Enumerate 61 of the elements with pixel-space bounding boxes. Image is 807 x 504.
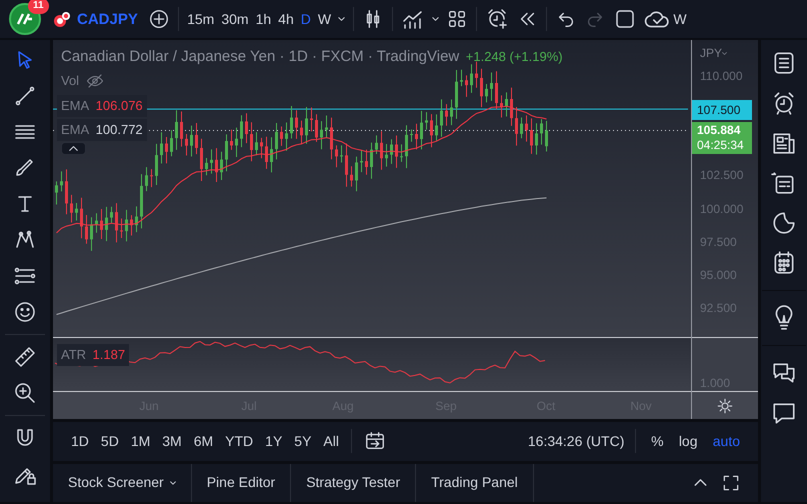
- indicator-label: EMA: [61, 121, 90, 139]
- caret-icon: [432, 17, 440, 21]
- indicator-value: 1.187: [92, 346, 126, 364]
- currency-label[interactable]: JPY: [700, 44, 722, 62]
- save-button[interactable]: W: [641, 4, 690, 34]
- price-tick-label: 100.000: [700, 200, 744, 218]
- price-change: +1.248 (+1.19%): [466, 49, 563, 64]
- interval-button[interactable]: 1h: [252, 10, 274, 28]
- range-button[interactable]: 1M: [126, 432, 154, 450]
- trend-line-icon: [13, 84, 37, 108]
- interval-button[interactable]: 15m: [184, 10, 218, 28]
- bar-countdown: 04:25:34: [697, 138, 745, 153]
- collapse-legend-button[interactable]: [61, 142, 86, 155]
- caret-icon: [338, 17, 346, 21]
- range-button[interactable]: 1D: [67, 432, 93, 450]
- range-button[interactable]: 1Y: [261, 432, 286, 450]
- range-button[interactable]: YTD: [221, 432, 258, 450]
- indicator-label: ATR: [61, 346, 86, 364]
- hidden-eye-icon: [86, 72, 104, 90]
- scale-option[interactable]: auto: [708, 432, 744, 450]
- chart-title: Canadian Dollar / Japanese Yen · 1D · FXCM · TradingView: [61, 48, 460, 65]
- smiley-icon: [13, 300, 37, 324]
- clock-label[interactable]: 16:34:26 (UTC): [528, 430, 624, 452]
- price-tick-label: 110.000: [700, 68, 742, 85]
- range-button[interactable]: 6M: [190, 432, 218, 450]
- range-button[interactable]: 5Y: [290, 432, 316, 450]
- range-button[interactable]: 5D: [96, 432, 123, 450]
- fullscreen-icon: [721, 472, 741, 493]
- interval-button[interactable]: 4h: [275, 10, 297, 28]
- panel-tab[interactable]: Trading Panel: [416, 464, 534, 502]
- save-label: W: [673, 12, 687, 26]
- caret-icon: [170, 480, 176, 485]
- volume-label: Vol: [61, 72, 80, 90]
- interval-button[interactable]: 30m: [218, 10, 252, 28]
- interval-button[interactable]: D: [298, 10, 314, 28]
- price-level-label: 107.500: [692, 100, 752, 120]
- chevron-up-icon: [69, 146, 78, 151]
- notification-count: 11: [28, 0, 49, 14]
- indicator-label: EMA: [61, 97, 90, 115]
- zoom-in-icon: [13, 381, 37, 405]
- ruler-icon: [13, 345, 37, 369]
- panel-tab[interactable]: Pine Editor: [192, 464, 292, 502]
- panel-tab[interactable]: Stock Screener: [53, 464, 192, 502]
- symbol-flag-icon: [52, 10, 70, 28]
- chevron-up-icon: [694, 479, 706, 486]
- settings-icon: [716, 396, 734, 414]
- indicator-value: 100.772: [96, 121, 143, 139]
- range-button[interactable]: All: [319, 432, 343, 450]
- symbol-search-button[interactable]: CADJPY: [50, 8, 141, 30]
- panel-tab[interactable]: Strategy Tester: [291, 464, 416, 502]
- indicator-value: 106.076: [96, 97, 143, 115]
- last-price-label: 105.884: [697, 122, 742, 138]
- scale-option[interactable]: %: [647, 432, 668, 450]
- caret-icon: [722, 52, 728, 54]
- range-button[interactable]: 3M: [158, 432, 186, 450]
- dial-icon: [771, 210, 797, 236]
- add-icon: [148, 8, 170, 30]
- price-tick-label: 97.500: [700, 234, 737, 251]
- price-tick-label: 102.500: [700, 167, 744, 184]
- scale-option[interactable]: log: [674, 432, 702, 450]
- interval-button[interactable]: W: [314, 10, 334, 28]
